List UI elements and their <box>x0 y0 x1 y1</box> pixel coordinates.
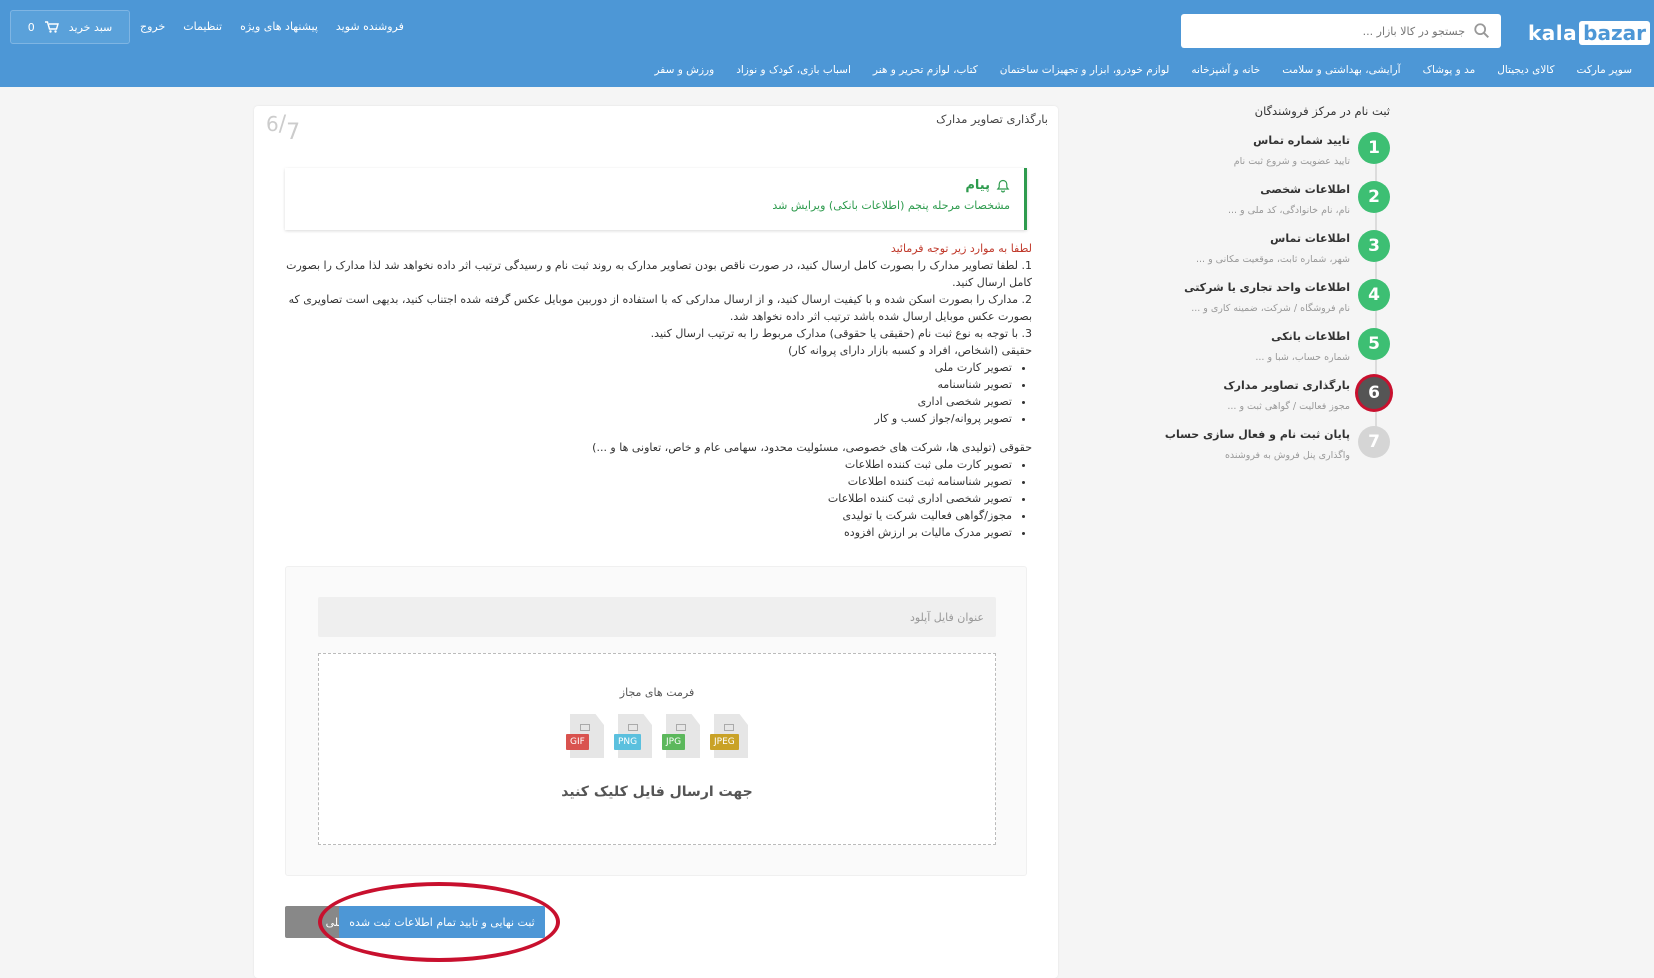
gif-file-icon: GIF <box>566 714 604 758</box>
step-progress: 6/7 <box>266 112 301 145</box>
real-docs-list: تصویر کارت ملی تصویر شناسنامه تصویر شخصی… <box>282 359 1032 427</box>
step-subtitle: شهر، شماره ثابت، موقعیت مکانی و ... <box>1195 254 1350 265</box>
png-file-icon: PNG <box>614 714 652 758</box>
logo-kala-text: kala <box>1528 21 1578 45</box>
step-subtitle: نام، نام خانوادگی، کد ملی و ... <box>1227 205 1350 216</box>
top-links: فروشنده شوید پیشنهاد های ویژه تنظیمات خر… <box>140 20 404 33</box>
steps-title: ثبت نام در مرکز فروشندگان <box>1254 104 1390 118</box>
step-number: 2 <box>1358 181 1390 213</box>
step-number: 1 <box>1358 132 1390 164</box>
step-subtitle: واگذاری پنل فروش به فروشنده <box>1224 450 1350 461</box>
step-number: 7 <box>1358 426 1390 458</box>
step-total: 7 <box>286 120 301 145</box>
doc-item: تصویر مدرک مالیات بر ارزش افزوده <box>282 524 1012 541</box>
step-number: 5 <box>1358 328 1390 360</box>
final-submit-button[interactable]: ثبت نهایی و تایید تمام اطلاعات ثبت شده <box>339 906 545 938</box>
step-subtitle: نام فروشگاه / شرکت، ضمینه کاری و ... <box>1191 303 1350 314</box>
nav-home-kitchen[interactable]: خانه و آشپزخانه <box>1191 64 1260 76</box>
instruction-item: 1. لطفا تصاویر مدارک را بصورت کامل ارسال… <box>286 259 1032 289</box>
cart-count: 0 <box>27 20 35 34</box>
step-3[interactable]: 3 اطلاعات تماس شهر، شماره ثابت، موقعیت م… <box>1190 230 1390 276</box>
step-title: بارگذاری تصاویر مدارک <box>1223 379 1350 392</box>
step-number: 3 <box>1358 230 1390 262</box>
legal-docs-list: تصویر کارت ملی ثبت کننده اطلاعات تصویر ش… <box>282 456 1032 541</box>
search-icon[interactable] <box>1473 22 1491 40</box>
instructions: لطفا به موارد زیر توجه فرمائید 1. لطفا ت… <box>282 240 1032 541</box>
upload-cta: جهت ارسال فایل کلیک کنید <box>561 784 753 800</box>
doc-item: مجوز/گواهی فعالیت شرکت یا تولیدی <box>282 507 1012 524</box>
nav-beauty-health[interactable]: آرایشی، بهداشتی و سلامت <box>1282 64 1400 76</box>
step-current: 6 <box>266 112 279 136</box>
cart-button[interactable]: سبد خرید 0 <box>10 10 130 44</box>
message-title: پیام <box>965 178 990 193</box>
link-logout[interactable]: خروج <box>140 20 165 33</box>
step-1[interactable]: 1 تایید شماره تماس تایید عضویت و شروع ثب… <box>1190 132 1390 178</box>
nav-sports-travel[interactable]: ورزش و سفر <box>655 64 715 76</box>
link-become-seller[interactable]: فروشنده شوید <box>336 20 404 33</box>
message-body: مشخصات مرحله پنجم (اطلاعات بانکی) ویرایش… <box>772 199 1010 212</box>
step-number: 4 <box>1358 279 1390 311</box>
page-title: بارگذاری تصاویر مدارک <box>936 112 1048 126</box>
site-header: kala bazar فروشنده شوید پیشنهاد های ویژه… <box>0 0 1654 87</box>
doc-item: تصویر کارت ملی ثبت کننده اطلاعات <box>282 456 1012 473</box>
link-special-offers[interactable]: پیشنهاد های ویژه <box>240 20 318 33</box>
upload-card: بارگذاری تصاویر مدارک 6/7 پیام مشخصات مر… <box>254 106 1058 978</box>
search-box[interactable] <box>1181 14 1501 48</box>
step-6[interactable]: 6 بارگذاری تصاویر مدارک مجوز فعالیت / گو… <box>1190 377 1390 423</box>
step-4[interactable]: 4 اطلاعات واحد تجاری یا شرکتی نام فروشگا… <box>1184 279 1390 325</box>
real-docs-title: حقیقی (اشخاص، افراد و کسبه بازار دارای پ… <box>788 344 1032 357</box>
file-dropzone[interactable]: فرمت های مجاز GIF PNG JPG JPEG جهت ارسال… <box>318 653 996 845</box>
step-title: اطلاعات واحد تجاری یا شرکتی <box>1184 281 1350 294</box>
step-title: اطلاعات شخصی <box>1260 183 1350 196</box>
doc-item: تصویر شناسنامه ثبت کننده اطلاعات <box>282 473 1012 490</box>
jpeg-file-icon: JPEG <box>710 714 748 758</box>
logo-bazar-text: bazar <box>1579 21 1650 45</box>
doc-item: تصویر کارت ملی <box>282 359 1012 376</box>
step-subtitle: مجوز فعالیت / گواهی ثبت و ... <box>1227 401 1350 412</box>
step-title: پایان ثبت نام و فعال سازی حساب <box>1164 428 1350 441</box>
step-2[interactable]: 2 اطلاعات شخصی نام، نام خانوادگی، کد ملی… <box>1190 181 1390 227</box>
nav-toys-baby[interactable]: اسباب بازی، کودک و نوزاد <box>736 64 851 76</box>
step-title: اطلاعات بانکی <box>1271 330 1350 343</box>
allowed-formats-label: فرمت های مجاز <box>619 686 695 699</box>
step-5[interactable]: 5 اطلاعات بانکی شماره حساب، شبا و ... <box>1190 328 1390 374</box>
cart-icon <box>44 21 59 33</box>
format-icons: GIF PNG JPG JPEG <box>319 714 995 758</box>
nav-auto-tools[interactable]: لوازم خودرو، ابزار و تجهیزات ساختمان <box>1000 64 1170 76</box>
step-number: 6 <box>1358 377 1390 409</box>
legal-docs-title: حقوقی (تولیدی ها، شرکت های خصوصی، مسئولی… <box>592 441 1032 454</box>
cart-label: سبد خرید <box>68 20 113 34</box>
search-input[interactable] <box>1191 24 1465 38</box>
bell-icon <box>996 179 1010 192</box>
upload-title-placeholder: عنوان فایل آپلود <box>909 610 984 624</box>
upload-panel: عنوان فایل آپلود فرمت های مجاز GIF PNG J… <box>285 566 1027 876</box>
step-subtitle: شماره حساب، شبا و ... <box>1255 352 1350 363</box>
step-subtitle: تایید عضویت و شروع ثبت نام <box>1233 156 1350 167</box>
step-7[interactable]: 7 پایان ثبت نام و فعال سازی حساب واگذاری… <box>1165 426 1390 472</box>
nav-digital[interactable]: کالای دیجیتال <box>1497 64 1554 76</box>
nav-supermarket[interactable]: سوپر مارکت <box>1577 64 1632 76</box>
doc-item: تصویر شخصی اداری ثبت کننده اطلاعات <box>282 490 1012 507</box>
upload-title-input[interactable]: عنوان فایل آپلود <box>318 597 996 637</box>
doc-item: تصویر شناسنامه <box>282 376 1012 393</box>
category-nav: سوپر مارکت کالای دیجیتال مد و پوشاک آرای… <box>0 64 1654 76</box>
success-message: پیام مشخصات مرحله پنجم (اطلاعات بانکی) و… <box>285 168 1027 230</box>
nav-fashion[interactable]: مد و پوشاک <box>1423 64 1476 76</box>
nav-books-art[interactable]: کتاب، لوازم تحریر و هنر <box>873 64 978 76</box>
doc-item: تصویر پروانه/جواز کسب و کار <box>282 410 1012 427</box>
step-title: اطلاعات تماس <box>1270 232 1350 245</box>
doc-item: تصویر شخصی اداری <box>282 393 1012 410</box>
instruction-item: 2. مدارک را بصورت اسکن شده و با کیفیت ار… <box>288 293 1032 323</box>
logo[interactable]: kala bazar <box>1528 20 1650 46</box>
link-settings[interactable]: تنظیمات <box>183 20 222 33</box>
instructions-warning: لطفا به موارد زیر توجه فرمائید <box>890 242 1032 255</box>
instruction-item: 3. با توجه به نوع ثبت نام (حقیقی یا حقوق… <box>650 327 1032 340</box>
step-title: تایید شماره تماس <box>1253 134 1350 147</box>
jpg-file-icon: JPG <box>662 714 700 758</box>
